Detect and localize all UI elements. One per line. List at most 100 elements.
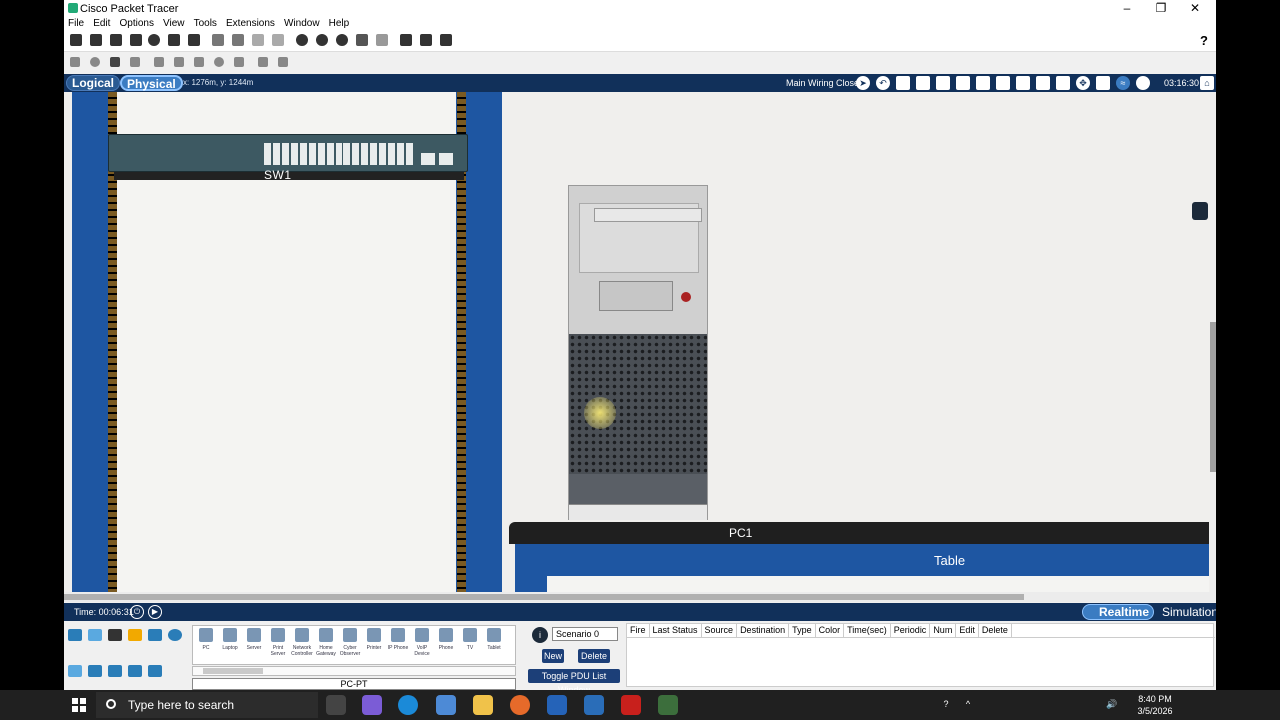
freeform-icon[interactable] — [234, 57, 244, 67]
new-scenario-button[interactable]: New — [542, 649, 564, 663]
edge-icon[interactable] — [398, 695, 418, 715]
new-closet-icon[interactable] — [916, 76, 930, 90]
select-icon[interactable] — [70, 57, 80, 67]
pdu-col-source[interactable]: Source — [702, 624, 738, 637]
cable-icon[interactable] — [1136, 76, 1150, 90]
custom-devices-icon[interactable] — [376, 34, 388, 46]
scenario-select[interactable]: Scenario 0 — [552, 627, 618, 641]
save-icon[interactable] — [110, 34, 122, 46]
info-icon[interactable] — [148, 34, 160, 46]
delete-icon[interactable] — [110, 57, 120, 67]
pdu-col-type[interactable]: Type — [789, 624, 816, 637]
move-object-icon[interactable] — [996, 76, 1010, 90]
multiuser-icon[interactable] — [168, 629, 182, 641]
drawing-palette-icon[interactable] — [356, 34, 368, 46]
pc-category-icon[interactable] — [68, 665, 82, 677]
device-item[interactable]: Print Server — [267, 628, 289, 657]
zoom-out-icon[interactable] — [336, 34, 348, 46]
paste-icon[interactable] — [232, 34, 244, 46]
device-item[interactable]: PC — [195, 628, 217, 654]
wizard-icon[interactable] — [168, 34, 180, 46]
device-item[interactable]: Network Controller — [291, 628, 313, 657]
redo-icon[interactable] — [272, 34, 284, 46]
new-file-icon[interactable] — [70, 34, 82, 46]
back-icon[interactable]: ↶ — [876, 76, 890, 90]
device-item[interactable]: Printer — [363, 628, 385, 654]
menu-extensions[interactable]: Extensions — [226, 18, 275, 30]
tab-logical[interactable]: Logical — [66, 75, 121, 91]
pc-device[interactable] — [568, 185, 708, 520]
task-view-icon[interactable] — [326, 695, 346, 715]
simulation-mode-tab[interactable]: Simulation — [1148, 605, 1216, 619]
components-icon[interactable] — [108, 629, 122, 641]
new-rack-icon[interactable] — [936, 76, 950, 90]
device-item[interactable]: IP Phone — [387, 628, 409, 654]
store-icon[interactable] — [436, 695, 456, 715]
device-item[interactable]: TV — [459, 628, 481, 654]
screenshot-icon[interactable] — [440, 34, 452, 46]
end-devices-icon[interactable] — [88, 629, 102, 641]
zoom-in-icon[interactable] — [296, 34, 308, 46]
pdu-col-fire[interactable]: Fire — [627, 624, 650, 637]
menu-view[interactable]: View — [163, 18, 185, 30]
microphone-icon[interactable] — [1060, 699, 1072, 711]
connections-icon[interactable] — [128, 629, 142, 641]
server-category-icon[interactable] — [88, 665, 102, 677]
copy-icon[interactable] — [212, 34, 224, 46]
device-item[interactable]: Server — [243, 628, 265, 654]
device-item[interactable]: VoIP Device — [411, 628, 433, 657]
device-item[interactable]: Cyber Observer — [339, 628, 361, 657]
draw-rectangle-icon[interactable] — [194, 57, 204, 67]
grid-icon[interactable] — [1016, 76, 1030, 90]
horizontal-scroll-thumb[interactable] — [64, 594, 1024, 600]
device-item[interactable]: Tablet — [483, 628, 505, 654]
print-icon[interactable] — [130, 34, 142, 46]
undo-icon[interactable] — [252, 34, 264, 46]
move-icon[interactable]: ✥ — [1076, 76, 1090, 90]
inspect-icon[interactable] — [90, 57, 100, 67]
cluster-icon[interactable] — [420, 34, 432, 46]
pdu-col-periodic[interactable]: Periodic — [891, 624, 931, 637]
printer-category-icon[interactable] — [108, 665, 122, 677]
onedrive-icon[interactable] — [1036, 699, 1048, 711]
device-list-scrollbar[interactable] — [192, 666, 516, 676]
fast-forward-icon[interactable]: ▶ — [148, 605, 162, 619]
switch-device[interactable] — [108, 134, 468, 172]
help-icon[interactable]: ? — [1200, 33, 1208, 48]
misc-icon[interactable] — [148, 629, 162, 641]
tile-icon[interactable] — [1096, 76, 1110, 90]
device-list-scroll-thumb[interactable] — [203, 668, 263, 674]
display-icon[interactable] — [1012, 699, 1024, 711]
horizontal-scrollbar[interactable] — [64, 592, 1216, 602]
notifications-icon[interactable] — [1186, 699, 1198, 711]
new-table-icon[interactable] — [956, 76, 970, 90]
pdu-col-color[interactable]: Color — [816, 624, 845, 637]
copilot-icon[interactable] — [362, 695, 382, 715]
network-devices-icon[interactable] — [68, 629, 82, 641]
restore-icon[interactable]: ❐ — [1144, 0, 1178, 17]
pdu-col-last-status[interactable]: Last Status — [650, 624, 702, 637]
pdu-col-edit[interactable]: Edit — [956, 624, 979, 637]
taskbar-clock[interactable]: 8:40 PM 3/5/2026 — [1130, 693, 1180, 717]
pdu-col-destination[interactable]: Destination — [737, 624, 790, 637]
delete-scenario-button[interactable]: Delete — [578, 649, 610, 663]
menu-edit[interactable]: Edit — [93, 18, 110, 30]
file-explorer-icon[interactable] — [473, 695, 493, 715]
set-background-icon[interactable] — [1036, 76, 1050, 90]
acrobat-icon[interactable] — [621, 695, 641, 715]
tab-physical[interactable]: Physical — [120, 75, 183, 91]
resize-icon[interactable] — [130, 57, 140, 67]
packet-tracer-taskbar-icon[interactable] — [658, 695, 678, 715]
fit-to-screen-icon[interactable] — [1056, 76, 1070, 90]
navigation-icon[interactable]: ➤ — [856, 76, 870, 90]
notepad-plus-icon[interactable] — [547, 695, 567, 715]
pdu-col-delete[interactable]: Delete — [979, 624, 1012, 637]
power-button-icon[interactable] — [681, 292, 691, 302]
viewport-icon[interactable] — [400, 34, 412, 46]
wireless-icon[interactable]: ≈ — [1116, 76, 1130, 90]
pdu-col-time[interactable]: Time(sec) — [844, 624, 891, 637]
note-icon[interactable] — [154, 57, 164, 67]
close-icon[interactable]: ✕ — [1178, 0, 1212, 17]
battery-icon[interactable] — [1084, 699, 1096, 711]
menu-file[interactable]: File — [68, 18, 84, 30]
